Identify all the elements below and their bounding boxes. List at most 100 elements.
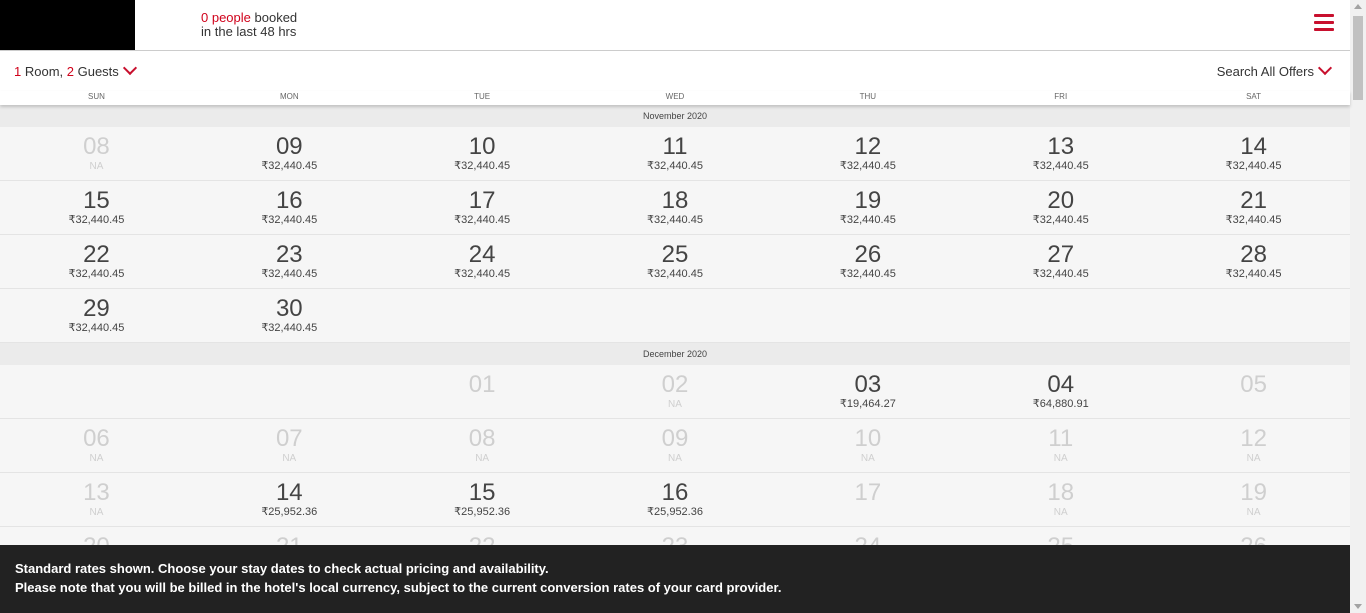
disclaimer-line-1: Standard rates shown. Choose your stay d… bbox=[15, 561, 549, 576]
calendar-day-cell[interactable]: 14 ₹32,440.45 bbox=[1157, 127, 1350, 180]
calendar-day-cell[interactable]: 21 ₹32,440.45 bbox=[1157, 181, 1350, 234]
calendar-day-cell[interactable]: 18 ₹32,440.45 bbox=[579, 181, 772, 234]
weekday-label: SUN bbox=[87, 92, 105, 101]
day-price: NA bbox=[1053, 453, 1068, 464]
calendar-day-cell[interactable]: 30 ₹32,440.45 bbox=[193, 289, 386, 342]
calendar-day-cell[interactable]: 26 ₹32,440.45 bbox=[771, 235, 964, 288]
day-number: 13 bbox=[83, 479, 110, 506]
day-price: ₹32,440.45 bbox=[647, 214, 703, 226]
scroll-up-arrow-icon[interactable] bbox=[1354, 4, 1362, 9]
day-price: ₹25,952.36 bbox=[647, 506, 703, 518]
day-number: 17 bbox=[468, 187, 496, 214]
booked-subtext: in the last 48 hrs bbox=[201, 24, 297, 39]
day-number: 19 bbox=[1240, 479, 1267, 506]
day-number: 14 bbox=[275, 479, 303, 506]
calendar-day-cell[interactable]: 25 ₹32,440.45 bbox=[579, 235, 772, 288]
day-number: 18 bbox=[661, 187, 689, 214]
disclaimer-line-2: Please note that you will be billed in t… bbox=[15, 580, 782, 595]
calendar-day-cell: 17 bbox=[771, 473, 964, 526]
day-number: 29 bbox=[83, 295, 110, 322]
day-number: 03 bbox=[854, 371, 882, 398]
search-all-offers-dropdown[interactable]: Search All Offers bbox=[1216, 60, 1333, 79]
calendar-day-cell[interactable]: 22 ₹32,440.45 bbox=[0, 235, 193, 288]
day-number: 17 bbox=[854, 479, 882, 506]
recent-bookings-notice: 0 people booked in the last 48 hrs bbox=[201, 11, 297, 39]
hotel-logo[interactable] bbox=[0, 0, 135, 50]
calendar-day-cell: 13 NA bbox=[0, 473, 193, 526]
day-number: 09 bbox=[275, 133, 303, 160]
day-number: 04 bbox=[1047, 371, 1075, 398]
day-price: ₹32,440.45 bbox=[1032, 160, 1089, 172]
weekday-header: SUN MON TUE WED THU FRI SAT bbox=[0, 91, 1350, 105]
calendar-day-cell[interactable]: 04 ₹64,880.91 bbox=[964, 365, 1157, 418]
calendar-day-cell[interactable]: 11 ₹32,440.45 bbox=[579, 127, 772, 180]
calendar-day-cell[interactable]: 23 ₹32,440.45 bbox=[193, 235, 386, 288]
calendar-day-cell: 19 NA bbox=[1157, 473, 1350, 526]
calendar-day-cell[interactable]: 15 ₹25,952.36 bbox=[386, 473, 579, 526]
day-price: ₹25,952.36 bbox=[454, 506, 511, 518]
day-number: 30 bbox=[275, 295, 303, 322]
calendar-day-cell[interactable]: 03 ₹19,464.27 bbox=[771, 365, 964, 418]
calendar-day-cell[interactable]: 20 ₹32,440.45 bbox=[964, 181, 1157, 234]
day-price: ₹32,440.45 bbox=[1032, 268, 1089, 280]
day-price: ₹32,440.45 bbox=[1032, 214, 1089, 226]
calendar-day-cell[interactable]: 13 ₹32,440.45 bbox=[964, 127, 1157, 180]
calendar-day-cell[interactable]: 17 ₹32,440.45 bbox=[386, 181, 579, 234]
day-price: ₹32,440.45 bbox=[68, 214, 125, 226]
calendar-day-cell[interactable]: 29 ₹32,440.45 bbox=[0, 289, 193, 342]
calendar-day-cell[interactable]: 19 ₹32,440.45 bbox=[771, 181, 964, 234]
day-price bbox=[386, 398, 579, 411]
day-number: 15 bbox=[468, 479, 496, 506]
calendar-day-cell[interactable]: 16 ₹25,952.36 bbox=[579, 473, 772, 526]
calendar-day-cell[interactable]: 28 ₹32,440.45 bbox=[1157, 235, 1350, 288]
calendar-day-cell[interactable]: 15 ₹32,440.45 bbox=[0, 181, 193, 234]
calendar-week-row: 08 NA 09 ₹32,440.45 10 ₹32,440.45 11 ₹32,440.45… bbox=[0, 127, 1350, 181]
weekday-label: MON bbox=[279, 92, 299, 101]
guests-count: 2 bbox=[66, 64, 74, 79]
day-price: NA bbox=[668, 453, 682, 464]
calendar-empty-cell bbox=[964, 289, 1157, 342]
calendar-day-cell: 12 NA bbox=[1157, 419, 1350, 472]
rooms-guests-selector[interactable]: 1 Room, 2 Guests bbox=[14, 60, 137, 79]
day-number: 28 bbox=[1240, 241, 1267, 268]
calendar-week-row: 29 ₹32,440.45 30 ₹32,440.45 bbox=[0, 289, 1350, 343]
month-heading: November 2020 bbox=[0, 105, 1350, 127]
hamburger-menu-icon[interactable] bbox=[1314, 14, 1334, 34]
day-number: 18 bbox=[1047, 479, 1075, 506]
calendar-day-cell: 01 bbox=[386, 365, 579, 418]
day-number: 16 bbox=[275, 187, 303, 214]
day-price: ₹32,440.45 bbox=[454, 214, 511, 226]
day-price: ₹32,440.45 bbox=[839, 214, 896, 226]
day-price: NA bbox=[475, 453, 490, 464]
day-number: 02 bbox=[661, 371, 689, 398]
day-number: 05 bbox=[1240, 371, 1267, 398]
scrollbar-thumb[interactable] bbox=[1353, 16, 1363, 100]
calendar-day-cell: 06 NA bbox=[0, 419, 193, 472]
day-number: 07 bbox=[275, 425, 303, 452]
calendar-day-cell: 09 NA bbox=[579, 419, 772, 472]
calendar-day-cell[interactable]: 10 ₹32,440.45 bbox=[386, 127, 579, 180]
day-price: NA bbox=[89, 161, 104, 172]
day-price: ₹32,440.45 bbox=[68, 268, 125, 280]
day-price: NA bbox=[1246, 453, 1261, 464]
calendar-day-cell[interactable]: 09 ₹32,440.45 bbox=[193, 127, 386, 180]
calendar-day-cell[interactable]: 14 ₹25,952.36 bbox=[193, 473, 386, 526]
day-price: ₹32,440.45 bbox=[454, 160, 511, 172]
day-number: 01 bbox=[468, 371, 496, 398]
search-offers-label: Search All Offers bbox=[1216, 64, 1314, 79]
calendar-day-cell[interactable]: 24 ₹32,440.45 bbox=[386, 235, 579, 288]
day-number: 11 bbox=[1048, 425, 1074, 452]
day-number: 23 bbox=[275, 241, 303, 268]
calendar-day-cell[interactable]: 16 ₹32,440.45 bbox=[193, 181, 386, 234]
weekday-label: FRI bbox=[1054, 92, 1068, 101]
calendar-day-cell[interactable]: 27 ₹32,440.45 bbox=[964, 235, 1157, 288]
weekday-label: SAT bbox=[1246, 92, 1262, 101]
page-scrollbar[interactable] bbox=[1350, 0, 1366, 613]
scroll-down-arrow-icon[interactable] bbox=[1354, 604, 1362, 609]
day-price: ₹32,440.45 bbox=[1225, 214, 1282, 226]
guests-label: Guests bbox=[73, 64, 119, 79]
day-price: ₹32,440.45 bbox=[647, 268, 703, 280]
day-number: 24 bbox=[468, 241, 496, 268]
calendar-day-cell: 05 bbox=[1157, 365, 1350, 418]
calendar-day-cell[interactable]: 12 ₹32,440.45 bbox=[771, 127, 964, 180]
